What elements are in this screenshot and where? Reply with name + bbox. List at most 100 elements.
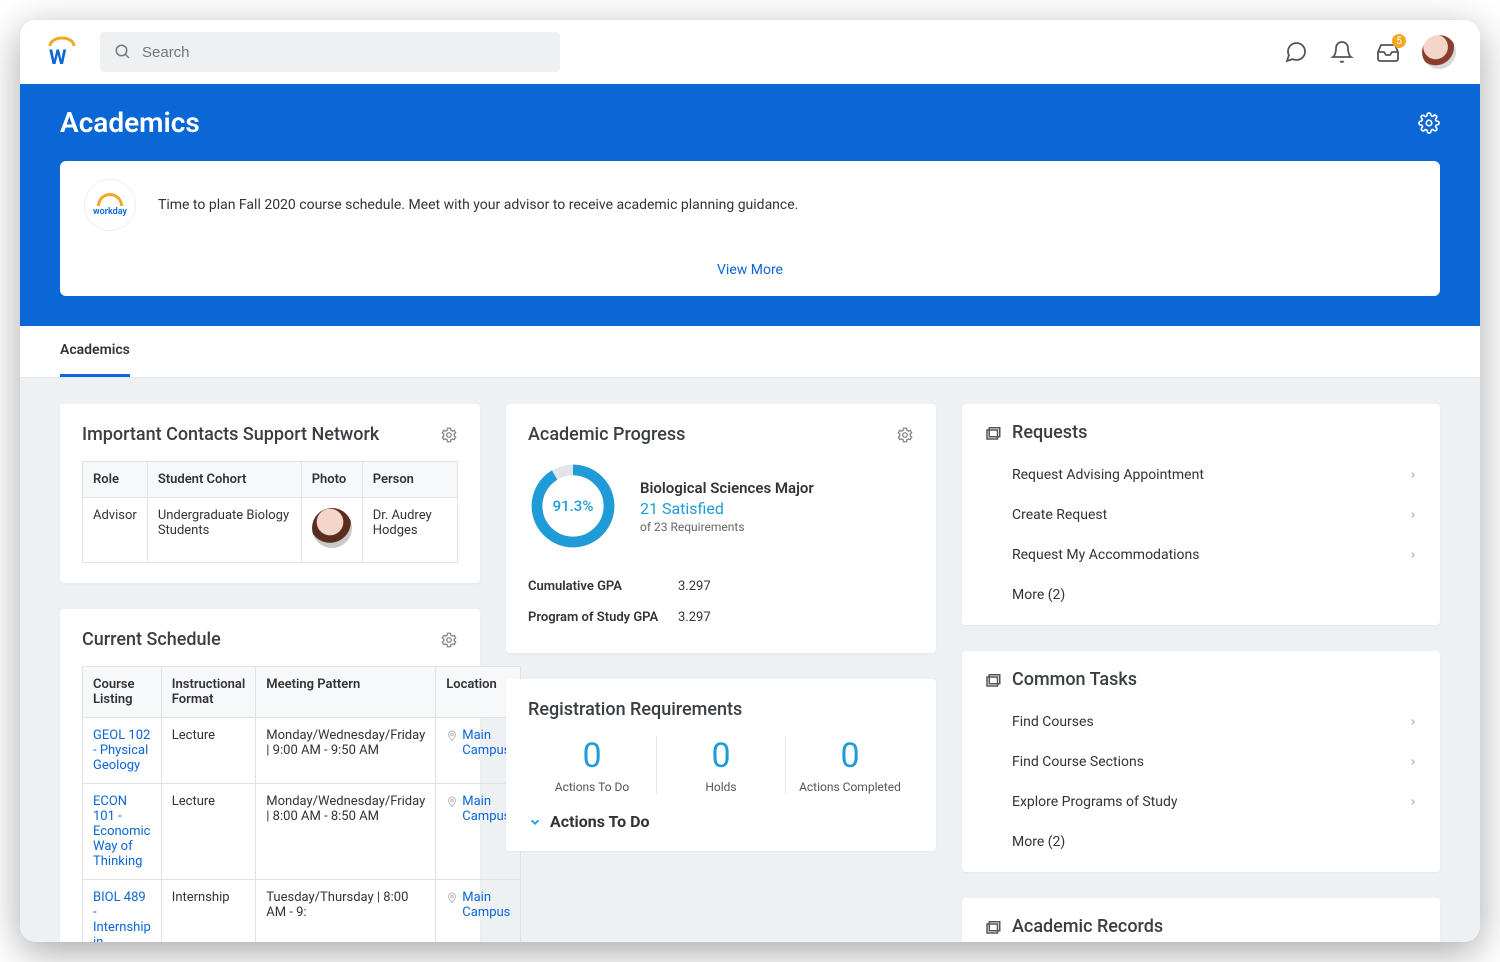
section-item[interactable]: More (2) — [984, 822, 1418, 862]
progress-reqs: of 23 Requirements — [640, 520, 814, 534]
reg-number: 0 — [528, 736, 656, 776]
table-row: GEOL 102 - Physical GeologyLectureMonday… — [83, 718, 521, 784]
cell-pattern: Monday/Wednesday/Friday | 8:00 AM - 8:50… — [256, 784, 436, 880]
th-photo: Photo — [301, 462, 362, 498]
section-item-label: Explore Programs of Study — [1012, 794, 1177, 810]
section-item-label: Create Request — [1012, 507, 1107, 523]
th-person: Person — [362, 462, 457, 498]
stack-icon — [984, 918, 1002, 936]
announcement-text: Time to plan Fall 2020 course schedule. … — [158, 197, 798, 213]
inbox-icon[interactable]: 5 — [1376, 40, 1400, 64]
gpa-value: 3.297 — [678, 579, 711, 594]
section-item-label: Find Courses — [1012, 714, 1094, 730]
chevron-right-icon — [1408, 797, 1418, 807]
cell-location[interactable]: Main Campus — [436, 880, 521, 943]
cell-course[interactable]: GEOL 102 - Physical Geology — [83, 718, 162, 784]
academic-records-title: Academic Records — [1012, 916, 1163, 937]
section-item[interactable]: Find Courses — [984, 702, 1418, 742]
avatar[interactable] — [1422, 35, 1456, 69]
table-row: ECON 101 - Economic Way of ThinkingLectu… — [83, 784, 521, 880]
actions-to-do-toggle[interactable]: Actions To Do — [528, 812, 914, 831]
reg-item[interactable]: 0Actions To Do — [528, 736, 656, 794]
stack-icon — [984, 424, 1002, 442]
workday-logo[interactable]: W — [44, 34, 80, 70]
announcement-card: workday Time to plan Fall 2020 course sc… — [60, 161, 1440, 296]
reg-item[interactable]: 0 Actions Completed — [785, 736, 914, 794]
section-item-label: Find Course Sections — [1012, 754, 1144, 770]
reg-item[interactable]: 0Holds — [656, 736, 785, 794]
gear-icon[interactable] — [1418, 112, 1440, 134]
requests-title: Requests — [1012, 422, 1087, 443]
gear-icon[interactable] — [440, 426, 458, 444]
right-column: Requests Request Advising Appointment Cre… — [962, 404, 1440, 942]
registration-title: Registration Requirements — [528, 699, 742, 720]
inbox-badge: 5 — [1392, 34, 1406, 48]
chat-icon[interactable] — [1284, 40, 1308, 64]
cell-format: Internship — [161, 880, 256, 943]
chevron-right-icon — [1408, 470, 1418, 480]
reg-label: Actions Completed — [786, 780, 914, 794]
progress-major: Biological Sciences Major — [640, 479, 814, 497]
academic-records-section: Academic Records View My Courses — [962, 898, 1440, 942]
chevron-right-icon — [1408, 717, 1418, 727]
section-item-label: Request My Accommodations — [1012, 547, 1200, 563]
section-item-label: More (2) — [1012, 587, 1065, 603]
search-box[interactable] — [100, 32, 560, 72]
progress-card: Academic Progress 91.3% — [506, 404, 936, 653]
gpa-label: Cumulative GPA — [528, 579, 678, 594]
common-tasks-section: Common Tasks Find Courses Find Course Sec… — [962, 651, 1440, 872]
cell-photo — [301, 498, 362, 563]
svg-text:W: W — [49, 45, 67, 68]
reg-number: 0 — [786, 736, 914, 776]
view-more-link[interactable]: View More — [717, 262, 783, 278]
cell-course[interactable]: ECON 101 - Economic Way of Thinking — [83, 784, 162, 880]
gear-icon[interactable] — [440, 631, 458, 649]
section-item[interactable]: Explore Programs of Study — [984, 782, 1418, 822]
gear-icon[interactable] — [896, 426, 914, 444]
section-item[interactable]: More (2) — [984, 575, 1418, 615]
left-column: Important Contacts Support Network Role … — [60, 404, 480, 942]
topbar: W 5 — [20, 20, 1480, 84]
location-pin-icon — [446, 796, 458, 810]
th-role: Role — [83, 462, 148, 498]
dashboard-body: Important Contacts Support Network Role … — [20, 378, 1480, 942]
progress-donut: 91.3% — [528, 461, 618, 551]
cell-format: Lecture — [161, 718, 256, 784]
th-course: Course Listing — [83, 667, 162, 718]
bell-icon[interactable] — [1330, 40, 1354, 64]
th-format: Instructional Format — [161, 667, 256, 718]
th-cohort: Student Cohort — [147, 462, 301, 498]
gpa-row: Cumulative GPA 3.297 — [528, 571, 914, 602]
page-title: Academics — [60, 106, 200, 139]
section-item[interactable]: Create Request — [984, 495, 1418, 535]
gpa-value: 3.297 — [678, 610, 711, 625]
topbar-icons: 5 — [1284, 35, 1456, 69]
section-item[interactable]: Request Advising Appointment — [984, 455, 1418, 495]
section-item[interactable]: Find Course Sections — [984, 742, 1418, 782]
common-tasks-title: Common Tasks — [1012, 669, 1137, 690]
requests-section: Requests Request Advising Appointment Cre… — [962, 404, 1440, 625]
progress-percent: 91.3% — [528, 461, 618, 551]
schedule-title: Current Schedule — [82, 629, 221, 650]
location-pin-icon — [446, 892, 458, 906]
middle-column: Academic Progress 91.3% — [506, 404, 936, 851]
chevron-down-icon — [528, 815, 542, 829]
cell-format: Lecture — [161, 784, 256, 880]
reg-number: 0 — [657, 736, 785, 776]
cell-course[interactable]: BIOL 489 - Internship in — [83, 880, 162, 943]
registration-card: Registration Requirements 0Actions To Do… — [506, 679, 936, 851]
location-pin-icon — [446, 730, 458, 744]
section-item-label: More (2) — [1012, 834, 1065, 850]
section-item-label: Request Advising Appointment — [1012, 467, 1204, 483]
section-item[interactable]: Request My Accommodations — [984, 535, 1418, 575]
contacts-card: Important Contacts Support Network Role … — [60, 404, 480, 583]
gpa-label: Program of Study GPA — [528, 610, 678, 625]
schedule-card: Current Schedule Course Listing Instruct… — [60, 609, 480, 942]
search-icon — [114, 43, 132, 61]
table-row: BIOL 489 - Internship inInternshipTuesda… — [83, 880, 521, 943]
contacts-title: Important Contacts Support Network — [82, 424, 379, 445]
search-input[interactable] — [142, 44, 546, 61]
cell-cohort: Undergraduate Biology Students — [147, 498, 301, 563]
tab-academics[interactable]: Academics — [60, 326, 130, 377]
progress-title: Academic Progress — [528, 424, 685, 445]
